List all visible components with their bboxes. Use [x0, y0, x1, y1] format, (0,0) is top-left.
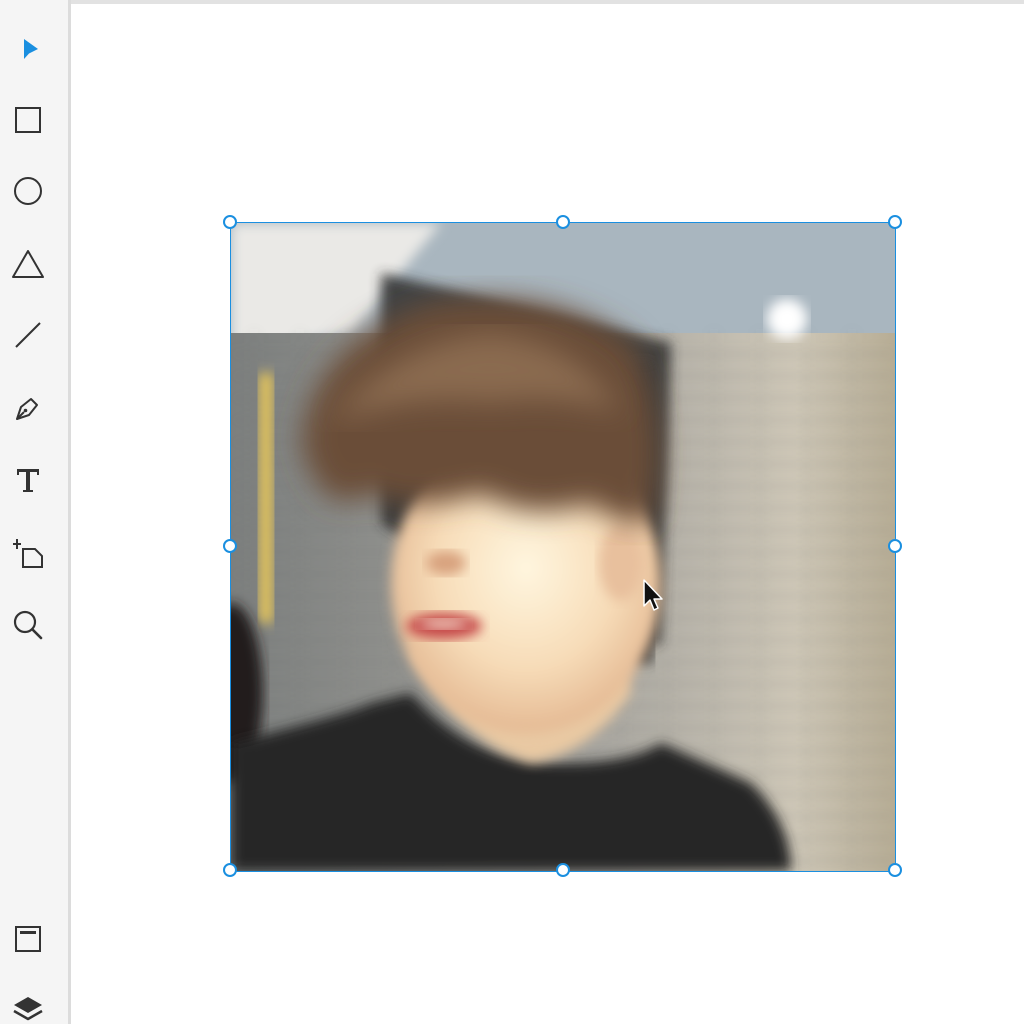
pen-tool[interactable]: [8, 388, 48, 428]
photo-of-person: [231, 223, 895, 871]
magnifier-icon: [13, 610, 43, 640]
select-tool[interactable]: [8, 28, 48, 68]
resize-handle-top-right[interactable]: [888, 215, 902, 229]
text-tool[interactable]: [8, 460, 48, 500]
resize-handle-right[interactable]: [888, 539, 902, 553]
tool-sidebar: [0, 0, 71, 1024]
assets-panel-button[interactable]: [8, 919, 48, 959]
zoom-tool[interactable]: [8, 605, 48, 645]
resize-handle-bottom-left[interactable]: [223, 863, 237, 877]
resize-handle-top-left[interactable]: [223, 215, 237, 229]
resize-handle-bottom-right[interactable]: [888, 863, 902, 877]
triangle-tool[interactable]: [8, 244, 48, 284]
resize-handle-left[interactable]: [223, 539, 237, 553]
circle-icon: [14, 177, 42, 205]
arrow-pointer-icon: [24, 39, 38, 59]
line-tool[interactable]: [8, 315, 48, 355]
square-icon: [15, 107, 41, 133]
mouse-cursor-icon: [643, 579, 663, 611]
layers-panel-button[interactable]: [8, 988, 48, 1028]
triangle-icon: [12, 250, 44, 278]
rectangle-tool[interactable]: [8, 100, 48, 140]
line-icon: [15, 322, 41, 348]
ellipse-tool[interactable]: [8, 171, 48, 211]
selected-image[interactable]: [231, 223, 895, 871]
panel-icon: [15, 926, 41, 952]
resize-handle-bottom[interactable]: [556, 863, 570, 877]
text-icon: [17, 469, 39, 492]
pen-nib-icon: [16, 398, 38, 420]
artboard-tool[interactable]: [8, 533, 48, 573]
resize-handle-top[interactable]: [556, 215, 570, 229]
artboard-icon: [13, 539, 43, 568]
layers-icon: [13, 997, 43, 1021]
